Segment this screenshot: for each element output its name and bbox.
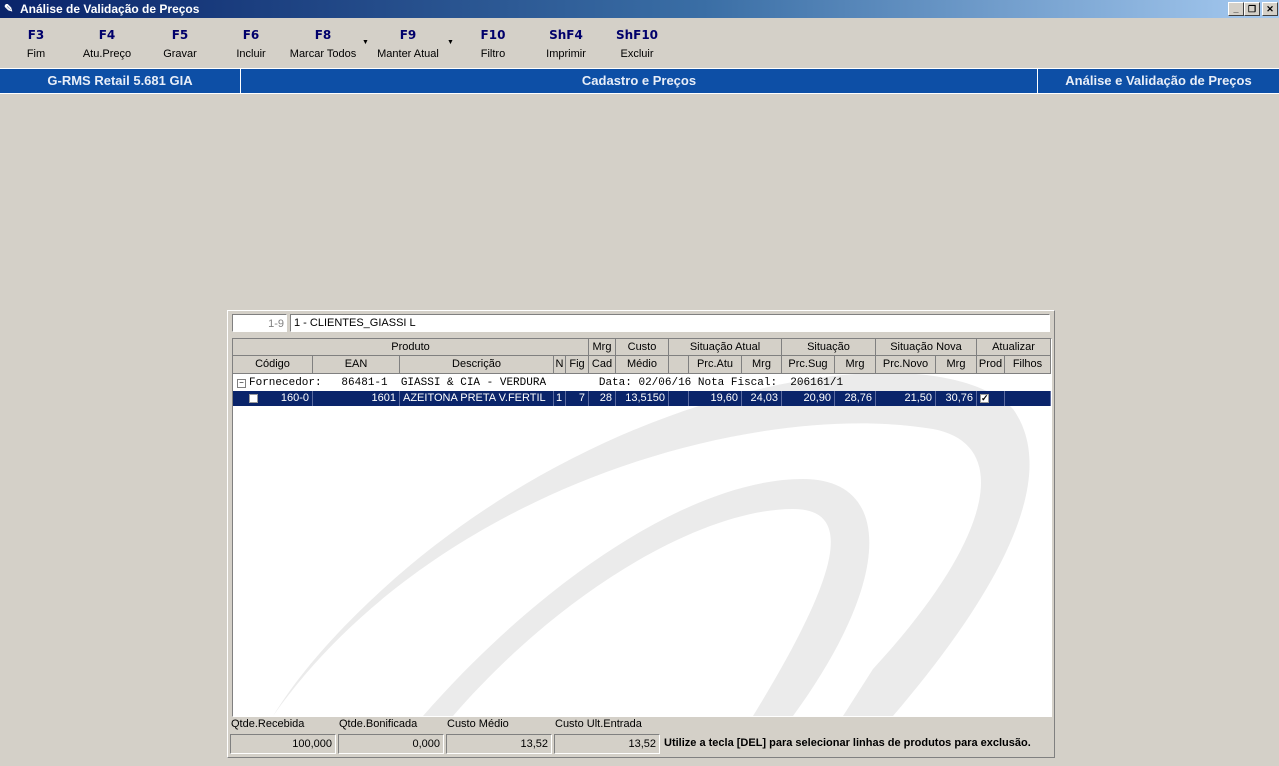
column-fig[interactable]: Fig xyxy=(566,356,589,374)
incluir-key: F6 xyxy=(242,28,260,42)
column-ean[interactable]: EAN xyxy=(313,356,400,374)
marcar-todos-dropdown-icon[interactable]: ▼ xyxy=(362,39,369,46)
header-mrg: Mrg xyxy=(589,339,616,356)
column-spacer xyxy=(669,356,689,374)
cell-prc-sug[interactable]: 20,90 xyxy=(782,391,835,406)
gravar-button[interactable]: F5 Gravar xyxy=(155,28,205,60)
atu-preco-button[interactable]: F4 Atu.Preço xyxy=(77,28,137,60)
custo-ult-entrada-label: Custo Ult.Entrada xyxy=(555,718,642,730)
header-situacao-nova: Situação Nova xyxy=(876,339,977,356)
delete-hint-text: Utilize a tecla [DEL] para selecionar li… xyxy=(664,737,1031,749)
window-titlebar: ✎ Análise de Validação de Preços _ ❐ ✕ xyxy=(0,0,1279,18)
custo-medio-label: Custo Médio xyxy=(447,718,509,730)
store-name-field[interactable]: 1 - CLIENTES_GIASSI L xyxy=(290,314,1050,332)
system-name: G-RMS Retail 5.681 GIA xyxy=(47,73,193,88)
column-n[interactable]: N xyxy=(554,356,566,374)
imprimir-key: ShF4 xyxy=(549,28,583,42)
header-situacao-atual: Situação Atual xyxy=(669,339,782,356)
header-produto: Produto xyxy=(233,339,589,356)
close-button[interactable]: ✕ xyxy=(1262,2,1278,16)
column-filhos[interactable]: Filhos xyxy=(1005,356,1051,374)
cell-codigo[interactable]: 160-0 xyxy=(233,391,313,406)
qtde-bonificada-label: Qtde.Bonificada xyxy=(339,718,418,730)
filtro-key: F10 xyxy=(480,28,506,42)
excluir-key: ShF10 xyxy=(615,28,659,42)
imprimir-button[interactable]: ShF4 Imprimir xyxy=(538,28,594,60)
fim-button[interactable]: F3 Fim xyxy=(16,28,56,60)
cell-prc-novo[interactable]: 21,50 xyxy=(876,391,936,406)
gravar-key: F5 xyxy=(171,28,189,42)
marcar-todos-label: Marcar Todos xyxy=(289,48,357,60)
cell-prc-atu[interactable]: 19,60 xyxy=(689,391,742,406)
column-mrg-atual[interactable]: Mrg xyxy=(742,356,782,374)
collapse-icon[interactable]: − xyxy=(237,379,246,388)
filtro-label: Filtro xyxy=(480,48,506,60)
fim-key: F3 xyxy=(27,28,45,42)
column-prc-sug[interactable]: Prc.Sug xyxy=(782,356,835,374)
supplier-group-row[interactable]: − Fornecedor: 86481-1 GIASSI & CIA - VER… xyxy=(233,376,1051,390)
minimize-button[interactable]: _ xyxy=(1228,2,1244,16)
totals-footer: Qtde.Recebida 100,000 Qtde.Bonificada 0,… xyxy=(228,715,1054,755)
manter-atual-button[interactable]: F9 Manter Atual xyxy=(372,28,444,60)
custo-ult-entrada-field: 13,52 xyxy=(554,734,660,754)
excluir-button[interactable]: ShF10 Excluir xyxy=(611,28,663,60)
marcar-todos-key: F8 xyxy=(314,28,332,42)
column-descricao[interactable]: Descrição xyxy=(400,356,554,374)
module-name: Cadastro e Preços xyxy=(581,73,697,88)
cell-mrg-atual[interactable]: 24,03 xyxy=(742,391,782,406)
incluir-label: Incluir xyxy=(236,48,266,60)
maximize-button[interactable]: ❐ xyxy=(1244,2,1260,16)
window-title: Análise de Validação de Preços xyxy=(20,2,200,16)
column-mrg-nova[interactable]: Mrg xyxy=(936,356,977,374)
manter-atual-key: F9 xyxy=(399,28,417,42)
column-cad[interactable]: Cad xyxy=(589,356,616,374)
imprimir-label: Imprimir xyxy=(546,48,586,60)
cell-prod[interactable]: ✓ xyxy=(977,391,1005,406)
column-prod[interactable]: Prod xyxy=(977,356,1005,374)
marcar-todos-button[interactable]: F8 Marcar Todos xyxy=(286,28,360,60)
manter-atual-dropdown-icon[interactable]: ▼ xyxy=(447,39,454,46)
cell-ean[interactable]: 1601 xyxy=(313,391,400,406)
column-medio[interactable]: Médio xyxy=(616,356,669,374)
prod-update-checkbox[interactable]: ✓ xyxy=(980,394,989,403)
incluir-button[interactable]: F6 Incluir xyxy=(226,28,276,60)
header-situacao: Situação xyxy=(782,339,876,356)
context-bar: G-RMS Retail 5.681 GIA Cadastro e Preços… xyxy=(0,68,1279,94)
excluir-label: Excluir xyxy=(620,48,654,60)
fim-label: Fim xyxy=(26,48,46,60)
cell-cad[interactable]: 28 xyxy=(589,391,616,406)
atu-preco-key: F4 xyxy=(98,28,116,42)
function-key-toolbar: F3 Fim F4 Atu.Preço F5 Gravar F6 Incluir… xyxy=(0,22,1279,66)
cell-descricao[interactable]: AZEITONA PRETA V.FERTIL xyxy=(400,391,554,406)
manter-atual-label: Manter Atual xyxy=(377,48,439,60)
header-atualizar: Atualizar xyxy=(977,339,1051,356)
cell-medio[interactable]: 13,5150 xyxy=(616,391,669,406)
validation-panel: 1-9 1 - CLIENTES_GIASSI L Produto Mrg Cu… xyxy=(227,310,1055,758)
gravar-label: Gravar xyxy=(163,48,197,60)
screen-name: Análise e Validação de Preços xyxy=(1065,73,1252,88)
store-range-field[interactable]: 1-9 xyxy=(232,314,287,332)
header-custo: Custo xyxy=(616,339,669,356)
cell-filhos[interactable] xyxy=(1005,391,1051,406)
column-prc-novo[interactable]: Prc.Novo xyxy=(876,356,936,374)
cell-mrg-situacao[interactable]: 28,76 xyxy=(835,391,876,406)
table-row[interactable]: 160-0 1601 AZEITONA PRETA V.FERTIL 1 7 2… xyxy=(233,391,1051,406)
cell-mrg-nova[interactable]: 30,76 xyxy=(936,391,977,406)
filtro-button[interactable]: F10 Filtro xyxy=(470,28,516,60)
qtde-bonificada-field: 0,000 xyxy=(338,734,444,754)
column-mrg-situacao[interactable]: Mrg xyxy=(835,356,876,374)
column-prc-atu[interactable]: Prc.Atu xyxy=(689,356,742,374)
column-codigo[interactable]: Código xyxy=(233,356,313,374)
cell-fig[interactable]: 7 xyxy=(566,391,589,406)
custo-medio-field: 13,52 xyxy=(446,734,552,754)
atu-preco-label: Atu.Preço xyxy=(82,48,132,60)
qtde-recebida-field: 100,000 xyxy=(230,734,336,754)
cell-n[interactable]: 1 xyxy=(554,391,566,406)
supplier-group-text: Fornecedor: 86481-1 GIASSI & CIA - VERDU… xyxy=(249,377,844,389)
cell-spacer xyxy=(669,391,689,406)
price-grid[interactable]: Produto Mrg Custo Situação Atual Situaçã… xyxy=(232,338,1052,717)
app-pen-icon: ✎ xyxy=(4,3,14,15)
qtde-recebida-label: Qtde.Recebida xyxy=(231,718,305,730)
